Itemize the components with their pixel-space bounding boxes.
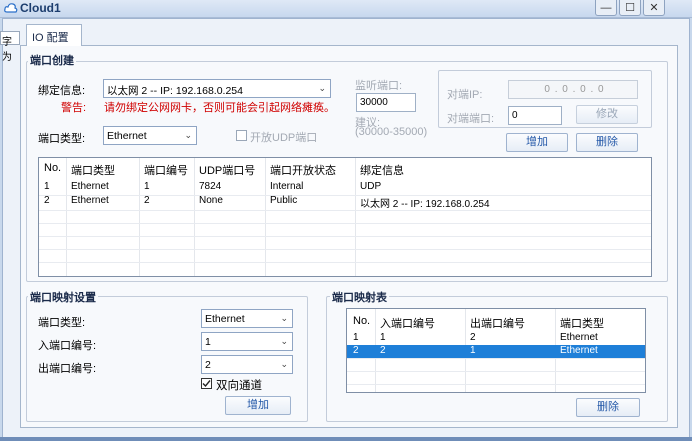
side-label: 字为: [0, 31, 20, 63]
table-row[interactable]: 1 Ethernet 1 7824 Internal UDP: [39, 181, 651, 194]
warning-label: 警告:: [61, 102, 87, 114]
column-header: 端口类型: [560, 318, 604, 330]
add-map-button[interactable]: 增加: [225, 396, 291, 415]
tab-io-config[interactable]: IO 配置: [26, 24, 82, 46]
table-cell: Ethernet: [560, 345, 598, 356]
bind-info-label: 绑定信息:: [38, 85, 86, 97]
table-cell: UDP: [360, 181, 382, 192]
table-row[interactable]: 1 1 2 Ethernet: [347, 332, 645, 345]
column-header: No.: [44, 162, 62, 174]
table-cell: 1: [470, 345, 476, 356]
suggest-range: (30000-35000): [355, 126, 428, 138]
port-map-settings-title: 端口映射设置: [28, 289, 98, 305]
table-cell: 以太网 2 -- IP: 192.168.0.254: [360, 199, 490, 210]
modify-button[interactable]: 修改: [576, 105, 638, 124]
chevron-down-icon: ⌄: [318, 83, 326, 93]
warning-text: 请勿绑定公网网卡，否则可能会引起网络瘫痪。: [104, 102, 335, 114]
table-cell: 2: [144, 195, 150, 206]
column-header: 端口开放状态: [270, 165, 336, 177]
chevron-down-icon: ⌄: [184, 130, 192, 140]
chevron-down-icon: ⌄: [280, 359, 288, 369]
listen-port-input[interactable]: 30000: [356, 93, 416, 112]
port-type-select[interactable]: Ethernet ⌄: [103, 126, 197, 145]
port-type-label: 端口类型:: [38, 133, 86, 145]
table-cell: Ethernet: [560, 332, 598, 343]
peer-port-input[interactable]: 0: [508, 106, 562, 125]
peer-port-label: 对端端口:: [447, 113, 495, 125]
column-header: 端口类型: [71, 165, 115, 177]
delete-port-button[interactable]: 删除: [576, 133, 638, 152]
in-port-select[interactable]: 1 ⌄: [201, 332, 293, 351]
port-map-table-title: 端口映射表: [330, 289, 389, 305]
port-create-title: 端口创建: [28, 52, 76, 68]
table-cell: Ethernet: [71, 195, 109, 206]
column-header: 出端口编号: [470, 318, 525, 330]
map-port-type-select[interactable]: Ethernet ⌄: [201, 309, 293, 328]
table-cell: 1: [44, 181, 50, 192]
window-bottom-border: [0, 437, 692, 441]
table-row-selected[interactable]: 2 2 1 Ethernet: [347, 345, 645, 358]
add-port-button[interactable]: 增加: [506, 133, 568, 152]
delete-map-button[interactable]: 删除: [576, 398, 640, 417]
column-header: 绑定信息: [360, 165, 404, 177]
port-table-header: No. 端口类型 端口编号 UDP端口号 端口开放状态 绑定信息: [39, 160, 651, 177]
table-cell: 2: [44, 195, 50, 206]
close-button[interactable]: ✕: [643, 0, 665, 16]
bind-info-select[interactable]: 以太网 2 -- IP: 192.168.0.254 ⌄: [103, 79, 331, 98]
table-cell: 2: [380, 345, 386, 356]
check-icon: [202, 380, 211, 388]
peer-ip-input[interactable]: 0 . 0 . 0 . 0: [508, 80, 638, 99]
table-cell: None: [199, 195, 223, 206]
window-title: Cloud1: [20, 1, 61, 15]
in-port-label: 入端口编号:: [38, 340, 97, 352]
udp-open-checkbox[interactable]: [236, 130, 247, 141]
column-header: 入端口编号: [380, 318, 435, 330]
port-map-table-header: No. 入端口编号 出端口编号 端口类型: [347, 313, 645, 330]
table-cell: 7824: [199, 181, 222, 192]
table-cell: 2: [353, 345, 359, 356]
map-port-type-label: 端口类型:: [38, 317, 86, 329]
table-cell: 1: [353, 332, 359, 343]
column-header: UDP端口号: [199, 165, 256, 177]
chevron-down-icon: ⌄: [280, 313, 288, 323]
table-cell: 1: [380, 332, 386, 343]
cloud-app-icon: [4, 3, 18, 13]
chevron-down-icon: ⌄: [280, 336, 288, 346]
table-cell: 1: [144, 181, 150, 192]
window-titlebar: [0, 0, 692, 18]
udp-open-label: 开放UDP端口: [250, 132, 318, 144]
table-cell: Ethernet: [71, 181, 109, 192]
port-table[interactable]: No. 端口类型 端口编号 UDP端口号 端口开放状态 绑定信息 1 Ether…: [38, 157, 652, 277]
listen-port-label: 监听端口:: [355, 80, 403, 92]
table-row[interactable]: 2 Ethernet 2 None Public 以太网 2 -- IP: 19…: [39, 195, 651, 210]
maximize-button[interactable]: ☐: [619, 0, 641, 16]
out-port-select[interactable]: 2 ⌄: [201, 355, 293, 374]
table-cell: 2: [470, 332, 476, 343]
port-map-table[interactable]: No. 入端口编号 出端口编号 端口类型 1 1 2 Ethernet 2 2 …: [346, 308, 646, 393]
bidirectional-checkbox[interactable]: [201, 378, 212, 389]
out-port-label: 出端口编号:: [38, 363, 97, 375]
bidirectional-label: 双向通道: [216, 380, 262, 392]
table-cell: Public: [270, 195, 298, 206]
column-header: No.: [353, 315, 371, 327]
table-cell: Internal: [270, 181, 304, 192]
minimize-button[interactable]: —: [595, 0, 617, 16]
peer-ip-label: 对端IP:: [447, 89, 483, 101]
column-header: 端口编号: [144, 165, 188, 177]
